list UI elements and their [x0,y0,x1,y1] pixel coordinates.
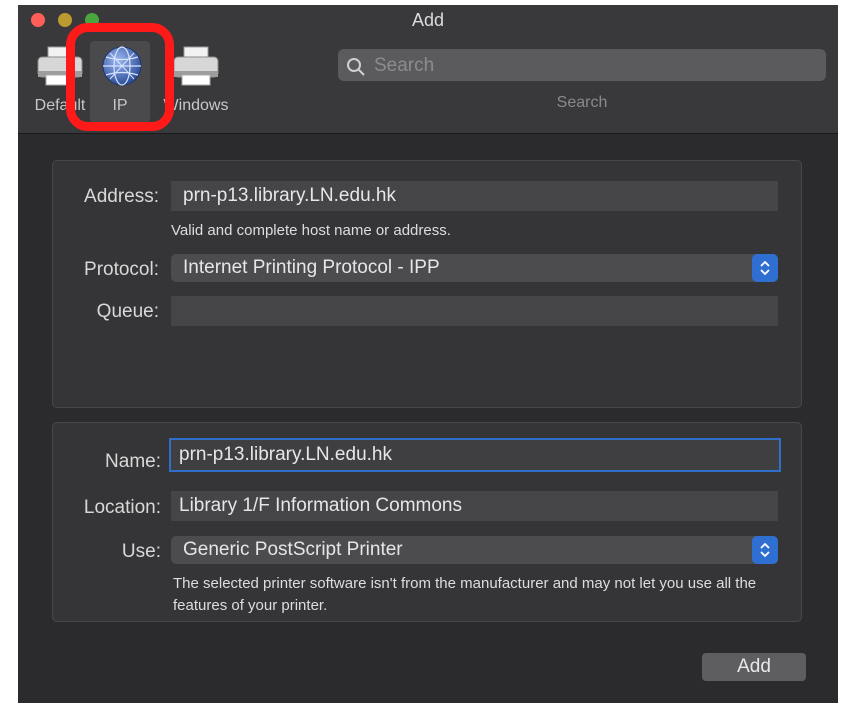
address-label: Address: [84,186,159,207]
add-button[interactable]: Add [702,653,806,681]
location-label: Location: [83,497,161,518]
location-field[interactable]: Library 1/F Information Commons [171,491,778,521]
use-select[interactable]: Generic PostScript Printer [171,536,778,564]
popup-arrows-icon [752,254,778,282]
connection-panel: Address: prn-p13.library.LN.edu.hk Valid… [52,160,802,408]
add-printer-window: Add Default IP Windows Search Search Add… [18,5,838,703]
highlight-box [66,23,174,131]
name-label: Name: [105,451,161,472]
search-caption: Search [556,94,608,111]
name-field[interactable]: prn-p13.library.LN.edu.hk [169,438,781,472]
toolbar: Add Default IP Windows Search Search [18,5,838,134]
queue-label: Queue: [96,301,159,322]
printer-icon [173,46,219,86]
use-note: The selected printer software isn't from… [173,575,757,614]
use-value: Generic PostScript Printer [183,539,403,560]
protocol-select[interactable]: Internet Printing Protocol - IPP [171,254,778,282]
popup-arrows-icon [752,536,778,564]
use-label: Use: [121,541,161,562]
address-note: Valid and complete host name or address. [171,222,451,239]
queue-field[interactable] [171,296,778,326]
protocol-value: Internet Printing Protocol - IPP [183,257,440,278]
search-field[interactable] [338,49,826,81]
search-input[interactable] [372,52,816,80]
printer-panel: Name: prn-p13.library.LN.edu.hk Location… [52,422,802,622]
search-icon [347,58,365,76]
protocol-label: Protocol: [84,259,159,280]
address-field[interactable]: prn-p13.library.LN.edu.hk [171,181,778,211]
